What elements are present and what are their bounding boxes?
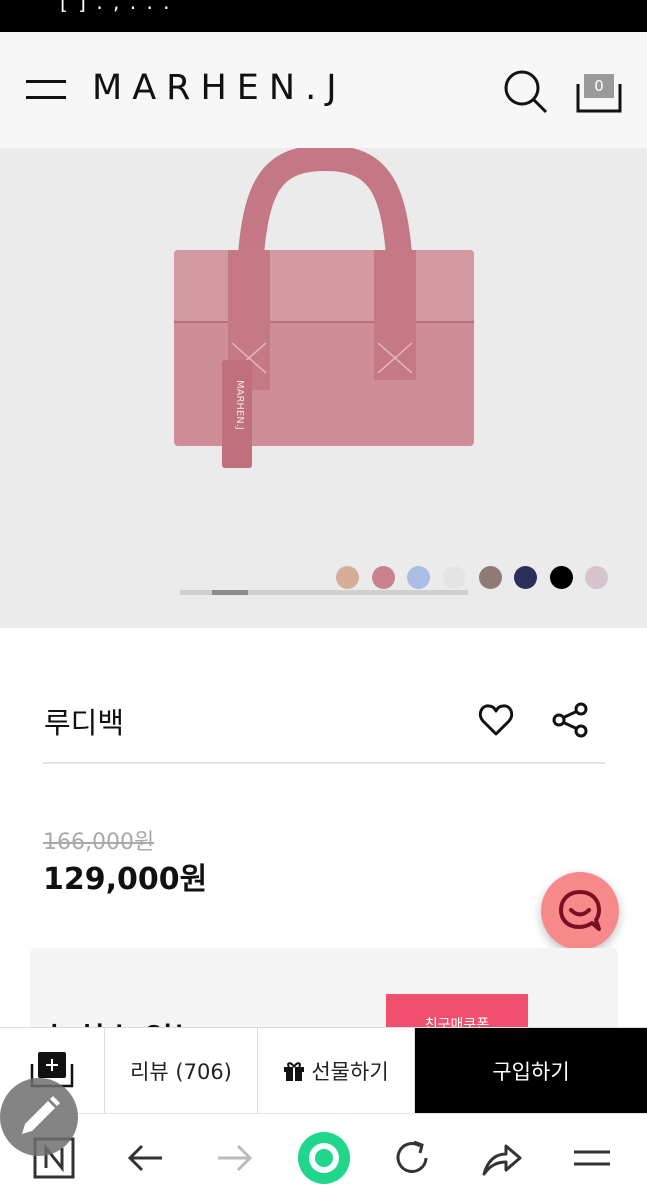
- menu-icon[interactable]: [570, 1136, 614, 1180]
- status-text: [ ] . , . . .: [60, 0, 172, 14]
- product-image: MARHEN.J: [174, 148, 474, 468]
- browser-toolbar: [0, 1113, 647, 1200]
- back-icon[interactable]: [124, 1136, 168, 1180]
- buy-label: 구입하기: [492, 1060, 570, 1084]
- product-gallery[interactable]: MARHEN.J: [0, 148, 647, 628]
- refresh-icon[interactable]: [390, 1136, 434, 1180]
- color-swatch[interactable]: [585, 566, 608, 589]
- sale-price: 129,000원: [43, 862, 208, 897]
- gift-icon: [284, 1062, 305, 1081]
- menu-icon[interactable]: [26, 78, 68, 102]
- gallery-scrollbar-thumb[interactable]: [212, 590, 248, 595]
- original-price: 166,000원: [43, 830, 155, 855]
- color-swatch[interactable]: [372, 566, 395, 589]
- gift-label: 선물하기: [311, 1060, 389, 1084]
- cart-icon[interactable]: 0: [575, 70, 623, 114]
- share-icon[interactable]: [552, 702, 588, 738]
- search-icon[interactable]: [502, 68, 548, 114]
- review-label: 리뷰 (706): [130, 1060, 232, 1084]
- svg-text:MARHEN.J: MARHEN.J: [234, 380, 245, 430]
- heart-icon[interactable]: [478, 702, 514, 738]
- gift-button[interactable]: 선물하기: [258, 1028, 415, 1114]
- bottom-action-bar: 리뷰 (706) 선물하기 구입하기: [0, 1027, 647, 1114]
- product-title: 루디백: [44, 706, 125, 740]
- chat-button[interactable]: [541, 872, 619, 950]
- color-swatch[interactable]: [479, 566, 502, 589]
- forward-icon[interactable]: [212, 1136, 256, 1180]
- color-swatch[interactable]: [336, 566, 359, 589]
- share-page-icon[interactable]: [480, 1136, 524, 1180]
- edit-button[interactable]: [0, 1078, 78, 1156]
- color-swatch[interactable]: [550, 566, 573, 589]
- color-swatch[interactable]: [407, 566, 430, 589]
- color-swatch[interactable]: [443, 566, 466, 589]
- promo-banner[interactable]: 놓치수 없는 친구매쿠폰: [30, 948, 618, 1038]
- home-icon[interactable]: [296, 1130, 352, 1186]
- color-swatch[interactable]: [514, 566, 537, 589]
- divider: [43, 762, 605, 764]
- brand-logo[interactable]: MARHEN.J: [92, 68, 347, 108]
- review-button[interactable]: 리뷰 (706): [105, 1028, 258, 1114]
- cart-count-badge: 0: [584, 74, 614, 98]
- chat-icon: [559, 890, 601, 931]
- status-bar: [ ] . , . . .: [0, 0, 647, 32]
- buy-button[interactable]: 구입하기: [415, 1028, 647, 1114]
- pencil-icon: [22, 1096, 60, 1134]
- gallery-scrollbar[interactable]: [180, 590, 468, 595]
- header: MARHEN.J 0: [0, 32, 647, 148]
